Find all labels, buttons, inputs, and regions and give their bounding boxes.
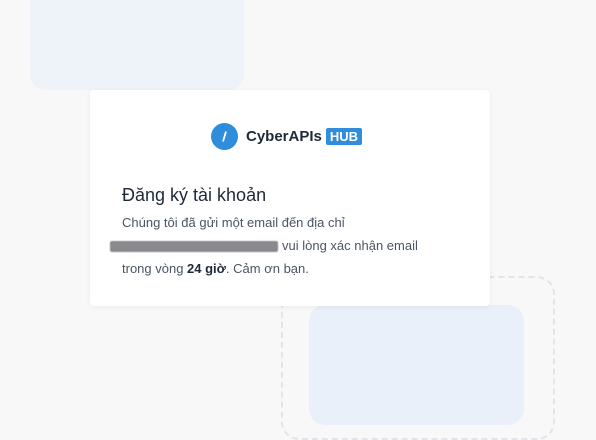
- decorative-shape-top: [30, 0, 244, 90]
- redacted-email: [110, 241, 278, 253]
- page-title: Đăng ký tài khoản: [122, 185, 267, 205]
- slash-icon: [222, 131, 227, 142]
- message-highlight: 24 giờ: [187, 261, 226, 276]
- brand-name: CyberAPIs: [246, 128, 322, 145]
- brand-logo[interactable]: CyberAPIs HUB: [211, 123, 363, 150]
- message-line3-suffix: . Cảm ơn bạn.: [225, 261, 309, 276]
- message-line3-prefix: trong vòng: [122, 261, 188, 276]
- confirmation-card: CyberAPIs HUB Đăng ký tài khoản Chúng tô…: [90, 90, 490, 306]
- decorative-shape-bottom: [309, 305, 524, 425]
- logo-slash-icon: [211, 123, 238, 150]
- message-after-email: vui lòng xác nhận email: [282, 238, 418, 253]
- brand-badge: HUB: [325, 128, 363, 145]
- confirmation-message: Chúng tôi đã gửi một email đến địa chỉ vu…: [110, 211, 462, 280]
- message-line1: Chúng tôi đã gửi một email đến địa chỉ: [122, 215, 345, 230]
